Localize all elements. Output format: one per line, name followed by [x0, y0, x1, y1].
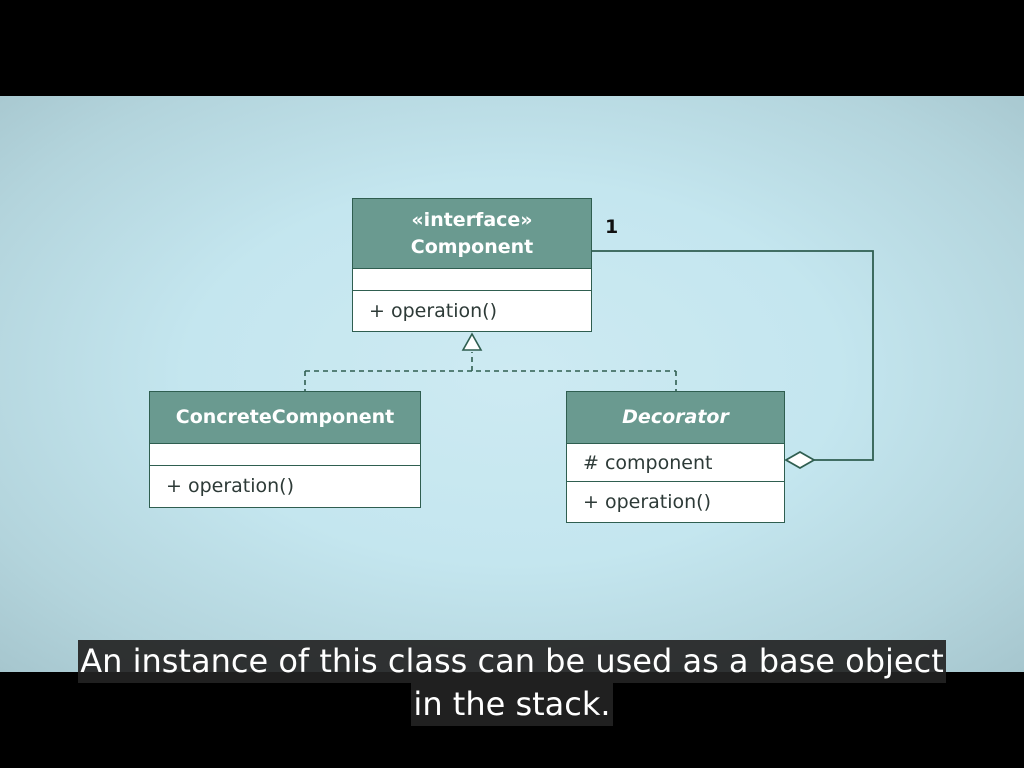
- component-attributes: [353, 269, 591, 291]
- subtitle-line-1: An instance of this class can be used as…: [78, 640, 946, 683]
- decorator-name: Decorator: [567, 392, 784, 444]
- video-frame: «interface» Component + operation() 1 Co…: [0, 96, 1024, 672]
- realization-triangle-head: [461, 332, 483, 351]
- decorator-operation: + operation(): [583, 491, 712, 513]
- component-stereotype: «interface»: [411, 209, 533, 231]
- component-multiplicity: 1: [605, 216, 619, 238]
- concrete-component-name: ConcreteComponent: [150, 392, 420, 444]
- subtitle: An instance of this class can be used as…: [0, 640, 1024, 726]
- connector-lines: [304, 250, 874, 470]
- decorator-box: Decorator # component + operation(): [566, 391, 785, 523]
- component-header: «interface» Component: [353, 199, 591, 269]
- realization-arrow: [304, 332, 677, 391]
- decorator-attribute: # component: [567, 444, 784, 482]
- concrete-component-box: ConcreteComponent + operation(): [149, 391, 421, 508]
- component-operation: + operation(): [369, 300, 498, 322]
- aggregation-diamond: [784, 450, 816, 470]
- subtitle-line-2: in the stack.: [411, 683, 613, 726]
- concrete-component-attributes: [150, 444, 420, 466]
- component-name: Component: [410, 236, 534, 258]
- component-interface-box: «interface» Component + operation(): [352, 198, 592, 332]
- concrete-component-operation: + operation(): [166, 475, 295, 497]
